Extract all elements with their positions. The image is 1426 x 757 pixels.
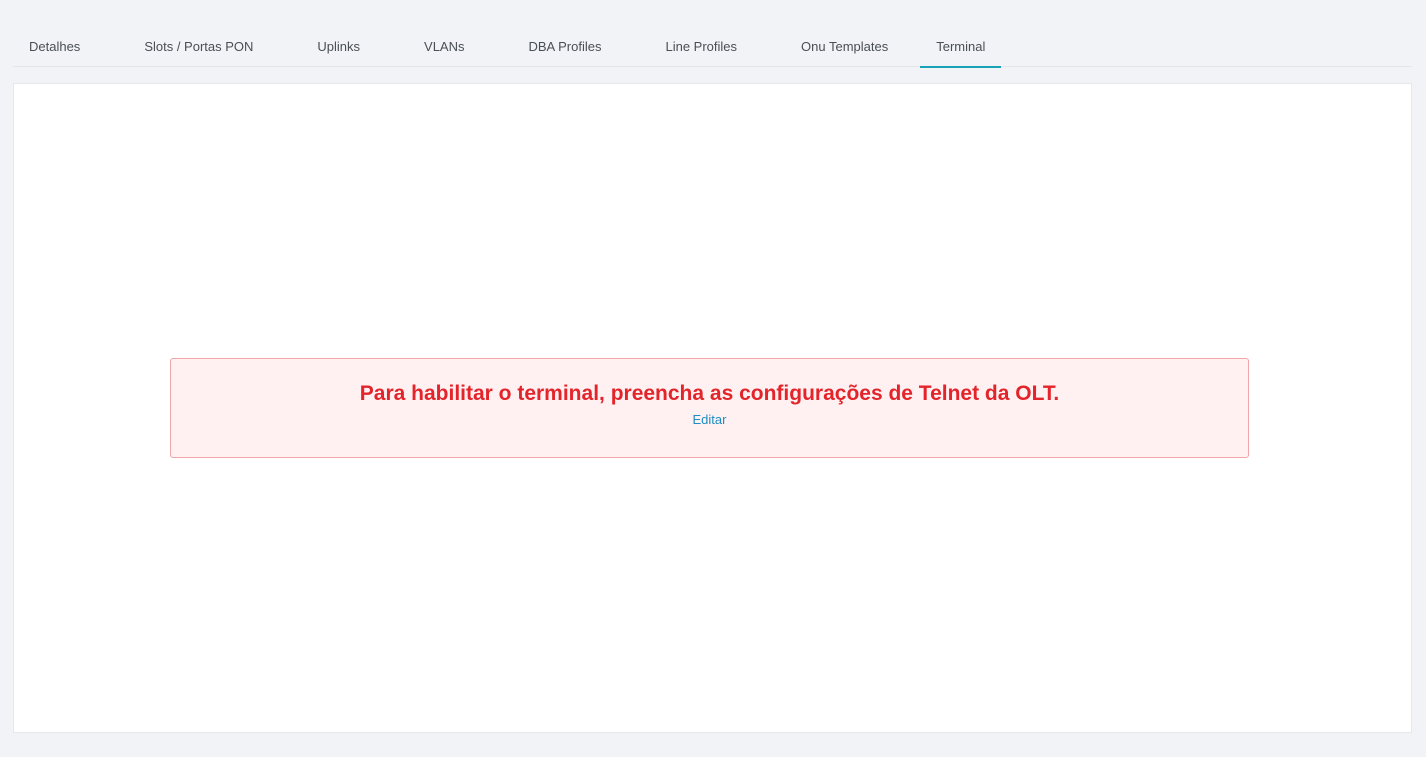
tab-bar: Detalhes Slots / Portas PON Uplinks VLAN… — [13, 26, 1412, 68]
tab-vlans[interactable]: VLANs — [408, 26, 480, 67]
tab-detalhes[interactable]: Detalhes — [13, 26, 96, 67]
tab-line-profiles[interactable]: Line Profiles — [649, 26, 753, 67]
terminal-panel: Para habilitar o terminal, preencha as c… — [13, 83, 1412, 733]
page: Detalhes Slots / Portas PON Uplinks VLAN… — [0, 0, 1426, 757]
tab-uplinks[interactable]: Uplinks — [301, 26, 376, 67]
tab-label: Uplinks — [317, 39, 361, 54]
tab-label: Terminal — [936, 39, 986, 54]
tab-onu-templates[interactable]: Onu Templates — [785, 26, 904, 67]
tab-terminal[interactable]: Terminal — [920, 26, 1002, 68]
tab-label: Detalhes — [29, 39, 81, 54]
tab-slots-portas-pon[interactable]: Slots / Portas PON — [128, 26, 269, 67]
tab-label: VLANs — [424, 39, 465, 54]
alert-message: Para habilitar o terminal, preencha as c… — [359, 382, 1060, 405]
tab-label: DBA Profiles — [528, 39, 602, 54]
tab-label: Slots / Portas PON — [144, 39, 254, 54]
tab-label: Line Profiles — [665, 39, 738, 54]
telnet-config-alert: Para habilitar o terminal, preencha as c… — [170, 358, 1249, 458]
tab-label: Onu Templates — [801, 39, 889, 54]
edit-link[interactable]: Editar — [693, 412, 727, 427]
tab-dba-profiles[interactable]: DBA Profiles — [513, 26, 618, 67]
